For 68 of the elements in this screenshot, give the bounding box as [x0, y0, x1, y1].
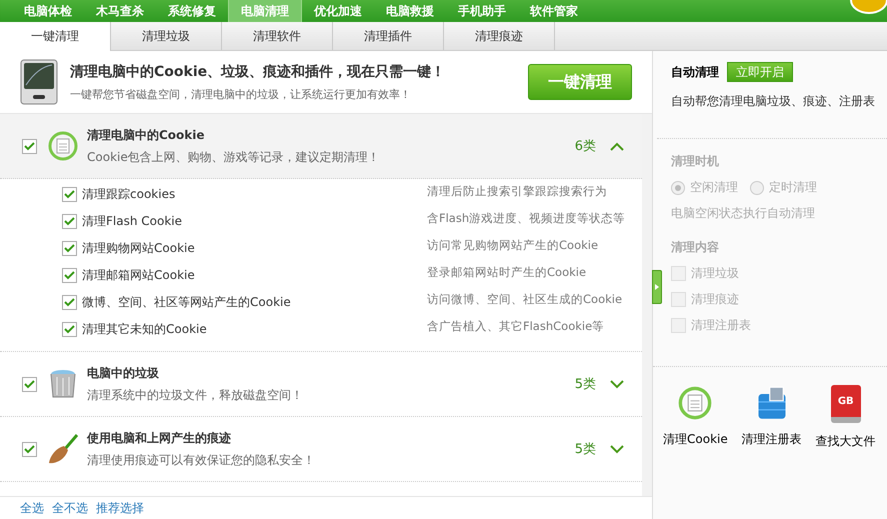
- nav-tab[interactable]: 软件管家: [518, 0, 590, 22]
- item-label: 清理邮箱网站Cookie: [82, 267, 196, 284]
- group-description: Cookie包含上网、购物、游戏等记录，建议定期清理！: [87, 148, 381, 166]
- nav-tab[interactable]: 优化加速: [302, 0, 374, 22]
- checkbox[interactable]: [22, 376, 37, 392]
- item-note: 登录邮箱网站时产生的Cookie: [427, 265, 586, 280]
- item-note: 清理后防止搜索引擎跟踪搜索行为: [427, 184, 607, 199]
- item-label: 清理Flash Cookie: [82, 213, 183, 230]
- cookie-icon[interactable]: [677, 385, 714, 421]
- chevron-down-icon[interactable]: [610, 380, 624, 388]
- auto-clean-title: 自动清理: [671, 64, 719, 80]
- tab[interactable]: 清理垃圾: [111, 22, 222, 50]
- checkbox[interactable]: [62, 322, 77, 337]
- header-title: 清理电脑中的Cookie、垃圾、痕迹和插件，现在只需一键！: [70, 62, 446, 80]
- checkbox[interactable]: [22, 442, 37, 456]
- select-link[interactable]: 推荐选择: [96, 500, 144, 516]
- file-badge-icon[interactable]: GB: [830, 385, 861, 423]
- section-title: 清理内容: [671, 239, 720, 256]
- broom-icon: [47, 433, 79, 465]
- auto-clean-description: 自动帮您清理电脑垃圾、痕迹、注册表: [671, 93, 876, 110]
- checkbox[interactable]: [62, 241, 77, 256]
- checkbox[interactable]: [62, 268, 77, 283]
- category-count: 5类: [574, 376, 596, 393]
- checkbox[interactable]: [62, 187, 77, 202]
- tool-label[interactable]: 清理注册表: [742, 431, 802, 448]
- group-description: 清理系统中的垃圾文件，释放磁盘空间！: [87, 386, 304, 404]
- tab[interactable]: 清理插件: [333, 22, 444, 50]
- cookie-icon: [47, 130, 79, 162]
- nav-tab[interactable]: 电脑体检: [12, 0, 84, 22]
- checkbox[interactable]: [62, 214, 77, 229]
- item-note: 含Flash游戏进度、视频进度等状态等: [427, 211, 626, 226]
- clean-button[interactable]: 一键清理: [528, 64, 632, 100]
- nav-tab[interactable]: 手机助手: [446, 0, 518, 22]
- nav-tab[interactable]: 电脑救援: [374, 0, 446, 22]
- group-title: 使用电脑和上网产生的痕迹: [87, 430, 232, 446]
- item-note: 访问微博、空间、社区生成的Cookie: [427, 292, 622, 307]
- group-row[interactable]: 电脑中的垃圾 清理系统中的垃圾文件，释放磁盘空间！ 5类: [0, 352, 642, 417]
- item-label: 清理跟踪cookies: [82, 186, 176, 203]
- item-label: 清理购物网站Cookie: [82, 240, 196, 257]
- nav-tab[interactable]: 系统修复: [156, 0, 228, 22]
- nav-tab[interactable]: 木马查杀: [84, 0, 156, 22]
- item-label: 清理其它未知的Cookie: [82, 321, 208, 338]
- timing-note: 电脑空闲状态执行自动清理: [671, 205, 816, 222]
- group-title: 电脑中的垃圾: [87, 364, 160, 382]
- category-count: 5类: [574, 441, 596, 458]
- tool-label[interactable]: 查找大文件: [816, 433, 876, 450]
- checkbox[interactable]: [22, 138, 37, 154]
- group-title: 清理电脑中的Cookie: [87, 126, 206, 144]
- category-count: 6类: [574, 138, 596, 155]
- select-link[interactable]: 全选: [20, 500, 44, 516]
- item-note: 含广告植入、其它FlashCookie等: [427, 319, 604, 334]
- tab[interactable]: 一键清理: [0, 22, 111, 51]
- chevron-down-icon[interactable]: [610, 444, 624, 454]
- tab[interactable]: 清理痕迹: [444, 22, 555, 50]
- monitor-icon: [20, 59, 58, 105]
- item-note: 访问常见购物网站产生的Cookie: [427, 238, 598, 253]
- item-label: 微博、空间、社区等网站产生的Cookie: [82, 294, 292, 311]
- select-link[interactable]: 全不选: [52, 500, 88, 516]
- section-title: 清理时机: [671, 153, 720, 170]
- header-subtitle: 一键帮您节省磁盘空间，清理电脑中的垃圾，让系统运行更加有效率！: [70, 86, 412, 102]
- group-description: 清理使用痕迹可以有效保证您的隐私安全！: [87, 452, 316, 468]
- group-row[interactable]: 使用电脑和上网产生的痕迹 清理使用痕迹可以有效保证您的隐私安全！ 5类: [0, 417, 642, 482]
- checkbox[interactable]: [62, 295, 77, 310]
- tab[interactable]: 清理软件: [222, 22, 333, 50]
- collapse-handle[interactable]: [652, 270, 662, 304]
- group-row-expanded[interactable]: 清理电脑中的Cookie Cookie包含上网、购物、游戏等记录，建议定期清理！ 6类: [0, 114, 642, 179]
- tool-label[interactable]: 清理Cookie: [663, 431, 728, 448]
- chevron-up-icon[interactable]: [610, 142, 624, 150]
